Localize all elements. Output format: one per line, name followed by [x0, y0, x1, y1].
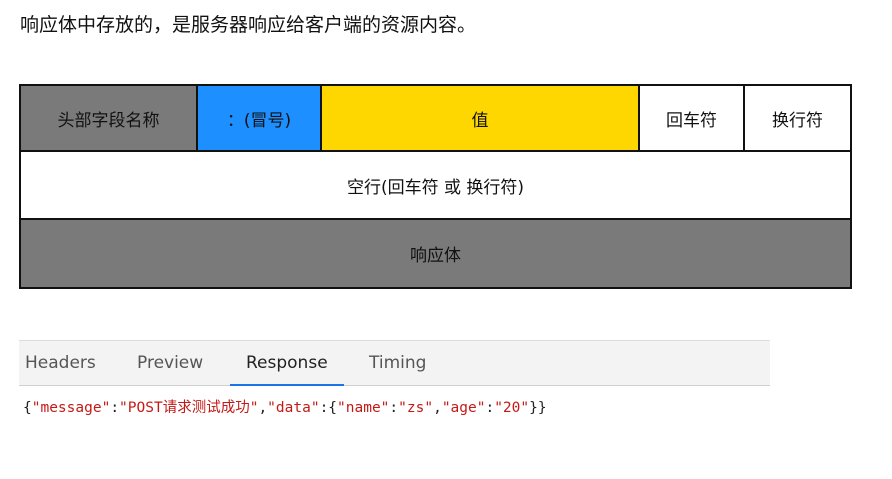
- intro-text: 响应体中存放的，是服务器响应给客户端的资源内容。: [20, 14, 477, 36]
- http-response-structure-diagram: 头部字段名称 ：(冒号) 值 回车符 换行符 空行(回车符 或 换行符) 响应体: [19, 84, 852, 289]
- json-key-age: "age": [441, 400, 486, 416]
- json-value-name: "zs": [398, 400, 434, 416]
- json-punct: ,: [258, 400, 268, 416]
- header-field-name-cell: 头部字段名称: [21, 86, 198, 150]
- tab-response[interactable]: Response: [230, 341, 344, 387]
- blank-line-label: 空行(回车符 或 换行符): [346, 177, 525, 198]
- header-field-row: 头部字段名称 ：(冒号) 值 回车符 换行符: [21, 86, 850, 152]
- json-value-message-text: 请求测试成功: [162, 400, 250, 416]
- devtools-network-panel: Headers Preview Response Timing {"messag…: [19, 340, 770, 479]
- line-feed-cell: 换行符: [745, 86, 850, 150]
- json-punct: ,: [433, 400, 442, 416]
- json-punct: :{: [319, 400, 338, 416]
- tab-headers[interactable]: Headers: [25, 341, 96, 386]
- json-punct: }}: [529, 400, 547, 416]
- json-punct: {: [23, 400, 32, 416]
- response-json-text: {"message":"POST请求测试成功","data":{"name":"…: [23, 396, 547, 417]
- tab-timing[interactable]: Timing: [369, 341, 426, 386]
- devtools-tab-bar: Headers Preview Response Timing: [19, 340, 770, 387]
- blank-line-row: 空行(回车符 或 换行符): [21, 152, 850, 220]
- json-value-message-prefix: "POST: [119, 400, 163, 416]
- json-key-name: "name": [337, 400, 390, 416]
- colon-cell: ：(冒号): [198, 86, 322, 150]
- json-punct: :: [389, 400, 399, 416]
- carriage-return-cell: 回车符: [640, 86, 745, 150]
- response-body-viewer[interactable]: {"message":"POST请求测试成功","data":{"name":"…: [19, 386, 770, 479]
- json-key-data: "data": [267, 400, 320, 416]
- response-body-row: 响应体: [21, 220, 850, 287]
- tab-preview[interactable]: Preview: [137, 341, 203, 386]
- json-punct: :: [110, 400, 120, 416]
- response-body-label: 响应体: [410, 246, 461, 266]
- value-cell: 值: [322, 86, 640, 150]
- json-key-message: "message": [31, 400, 111, 416]
- json-value-age: "20": [494, 400, 530, 416]
- json-punct: :: [485, 400, 495, 416]
